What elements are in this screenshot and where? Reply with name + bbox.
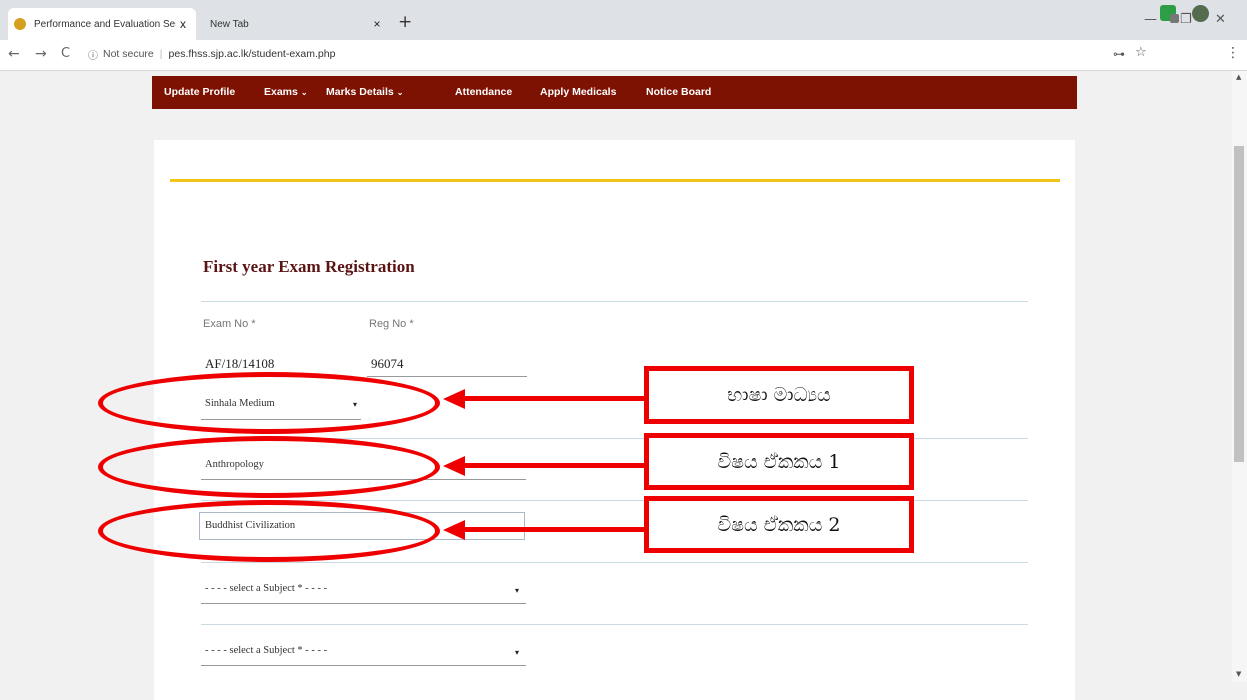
annotation-arrowhead-icon [443, 520, 465, 540]
info-icon[interactable]: ⓘ [88, 47, 98, 62]
section-divider [201, 301, 1028, 302]
bookmark-star-icon[interactable]: ☆ [1135, 45, 1147, 60]
annotation-label-subject2: විෂය ඒකකය 2 [644, 496, 914, 553]
nav-notice-board[interactable]: Notice Board [646, 76, 711, 109]
key-icon[interactable]: ⊶ [1113, 47, 1125, 61]
tab-performance-evaluation[interactable]: Performance and Evaluation Serv x [8, 8, 196, 40]
subject4-select[interactable]: - - - - select a Subject * - - - - [205, 645, 327, 656]
section-divider [201, 562, 1028, 563]
url-text: pes.fhss.sjp.ac.lk/student-exam.php [168, 48, 336, 60]
nav-update-profile[interactable]: Update Profile [164, 76, 235, 109]
subject3-select[interactable]: - - - - select a Subject * - - - - [205, 583, 327, 594]
subject4-underline [201, 665, 526, 666]
browser-toolbar: ← → C ⓘ Not secure | pes.fhss.sjp.ac.lk/… [0, 40, 1247, 71]
menu-icon[interactable]: ⋮ [1226, 45, 1240, 61]
reg-no-label: Reg No * [369, 318, 414, 330]
back-icon[interactable]: ← [8, 46, 20, 62]
subject3-underline [201, 603, 526, 604]
scrollbar-thumb[interactable] [1234, 146, 1244, 462]
annotation-arrow-line [464, 463, 644, 468]
address-divider: | [159, 48, 163, 60]
new-tab-button[interactable]: + [398, 12, 412, 32]
annotation-label-medium: භාෂා මාධ්‍යය [644, 366, 914, 424]
security-status: Not secure [103, 48, 154, 60]
close-tab-icon[interactable]: × [370, 17, 384, 31]
forward-icon[interactable]: → [35, 46, 47, 62]
tab-title: New Tab [210, 18, 249, 30]
accent-divider [170, 179, 1060, 182]
annotation-arrowhead-icon [443, 456, 465, 476]
chevron-down-icon: ⌄ [300, 88, 308, 97]
extension-badge-icon [1170, 14, 1179, 23]
exam-no-label: Exam No * [203, 318, 256, 330]
close-tab-icon[interactable]: x [176, 17, 190, 31]
exam-no-field[interactable]: AF/18/14108 [205, 356, 274, 372]
profile-avatar[interactable] [1192, 5, 1209, 22]
annotation-arrow-line [464, 527, 644, 532]
chevron-down-icon: ⌄ [396, 88, 404, 97]
annotation-ellipse-medium [98, 372, 440, 434]
annotation-ellipse-subject1 [98, 436, 440, 498]
subject3-dropdown-caret-icon[interactable]: ▾ [515, 586, 519, 595]
form-title: First year Exam Registration [203, 257, 415, 276]
reg-no-field[interactable]: 96074 [371, 356, 404, 372]
tab-title: Performance and Evaluation Serv [34, 18, 176, 30]
scroll-down-icon[interactable]: ▼ [1236, 670, 1241, 678]
site-favicon-icon [14, 18, 26, 30]
section-divider [201, 624, 1028, 625]
maximize-button[interactable]: ❐ [1180, 12, 1192, 27]
annotation-label-subject1: විෂය ඒකකය 1 [644, 433, 914, 490]
address-bar[interactable]: ⓘ Not secure | pes.fhss.sjp.ac.lk/studen… [88, 43, 1078, 65]
minimize-button[interactable]: — [1144, 12, 1157, 27]
nav-attendance[interactable]: Attendance [455, 76, 512, 109]
tab-new-tab[interactable]: New Tab × [200, 8, 390, 40]
subject4-dropdown-caret-icon[interactable]: ▾ [515, 648, 519, 657]
nav-marks-details[interactable]: Marks Details ⌄ [326, 76, 403, 109]
reload-icon[interactable]: C [61, 46, 70, 61]
nav-exams[interactable]: Exams ⌄ [264, 76, 308, 109]
reg-no-underline [367, 376, 527, 377]
close-window-button[interactable]: ✕ [1215, 12, 1226, 27]
scroll-up-icon[interactable]: ▲ [1236, 73, 1241, 81]
annotation-arrow-line [464, 396, 644, 401]
annotation-arrowhead-icon [443, 389, 465, 409]
nav-apply-medicals[interactable]: Apply Medicals [540, 76, 616, 109]
annotation-ellipse-subject2 [98, 500, 440, 562]
